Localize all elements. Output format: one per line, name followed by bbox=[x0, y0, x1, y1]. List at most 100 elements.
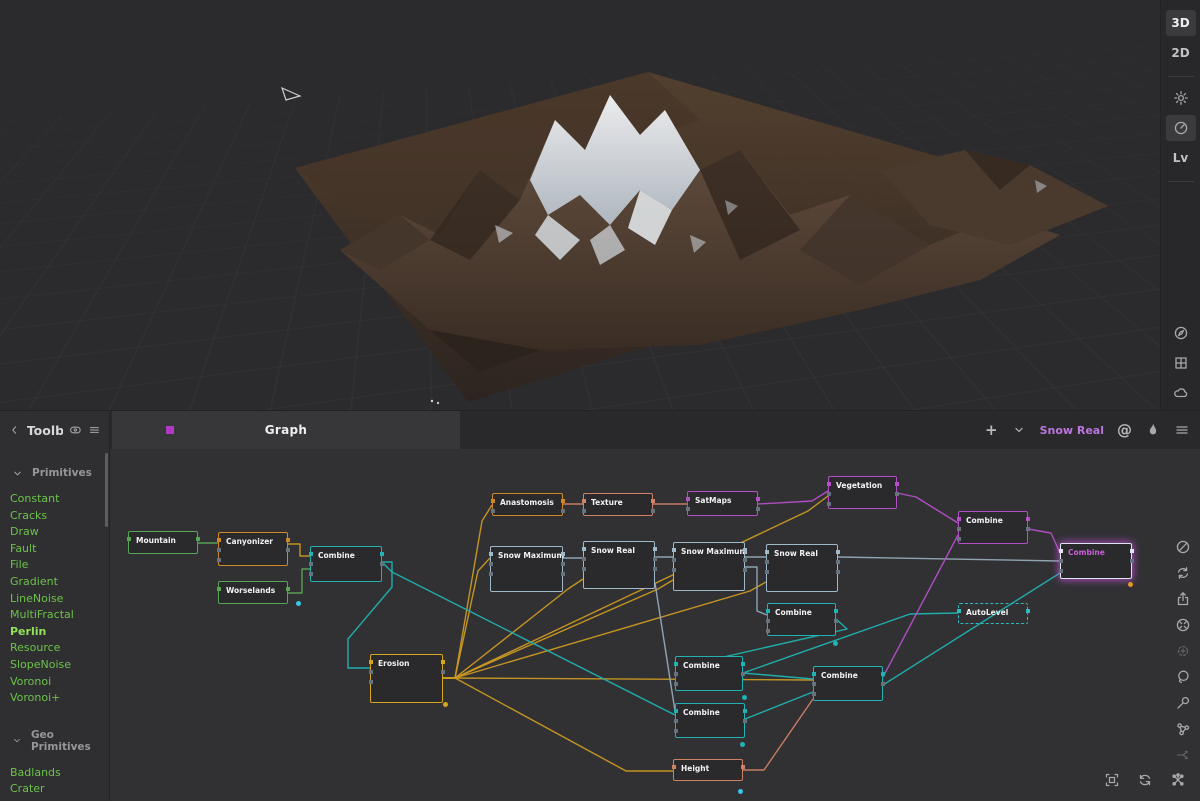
tab-graph[interactable]: Graph bbox=[112, 411, 460, 449]
graph-node-snow-real[interactable]: Snow Real bbox=[581, 541, 657, 589]
graph-node-snow-real[interactable]: Snow Real bbox=[764, 544, 840, 592]
node-port[interactable] bbox=[880, 672, 885, 676]
viewport-3d[interactable] bbox=[0, 0, 1160, 410]
node-port[interactable] bbox=[368, 670, 373, 674]
toolbox-item-file[interactable]: File bbox=[10, 557, 109, 574]
sun-icon[interactable] bbox=[1166, 85, 1196, 111]
node-port[interactable] bbox=[195, 537, 200, 541]
toolbox-item-linenoise[interactable]: LineNoise bbox=[10, 591, 109, 608]
node-port[interactable] bbox=[673, 719, 678, 723]
node-port[interactable] bbox=[560, 562, 565, 566]
node-port[interactable] bbox=[1025, 517, 1030, 521]
graph-node-combine[interactable]: Combine bbox=[811, 666, 885, 701]
node-port[interactable] bbox=[835, 570, 840, 574]
node-port[interactable] bbox=[488, 562, 493, 566]
node-port[interactable] bbox=[685, 507, 690, 511]
node-port[interactable] bbox=[560, 499, 565, 503]
compass-icon[interactable] bbox=[1166, 320, 1196, 346]
node-port[interactable] bbox=[894, 482, 899, 486]
node-port[interactable] bbox=[379, 552, 384, 556]
toolbox-item-voronoi[interactable]: Voronoi bbox=[10, 674, 109, 691]
split-icon[interactable] bbox=[1175, 747, 1191, 763]
node-port[interactable] bbox=[765, 619, 770, 623]
node-port[interactable] bbox=[673, 672, 678, 676]
node-port[interactable] bbox=[956, 517, 961, 521]
node-port[interactable] bbox=[742, 709, 747, 713]
node-port[interactable] bbox=[308, 562, 313, 566]
toolbox-item-multifractal[interactable]: MultiFractal bbox=[10, 607, 109, 624]
node-port[interactable] bbox=[560, 509, 565, 513]
node-port[interactable] bbox=[216, 548, 221, 552]
node-port[interactable] bbox=[285, 538, 290, 542]
node-port[interactable] bbox=[488, 552, 493, 556]
toolbox-item-resource[interactable]: Resource bbox=[10, 640, 109, 657]
node-port[interactable] bbox=[826, 482, 831, 486]
node-port[interactable] bbox=[755, 507, 760, 511]
disable-icon[interactable] bbox=[1175, 539, 1191, 555]
graph-node-combine[interactable]: Combine bbox=[765, 603, 838, 636]
node-port[interactable] bbox=[285, 548, 290, 552]
view-2d-button[interactable]: 2D bbox=[1166, 40, 1196, 66]
node-port[interactable] bbox=[671, 558, 676, 562]
branch-icon[interactable] bbox=[1175, 721, 1191, 737]
graph-node-combine[interactable]: Combine bbox=[308, 546, 384, 582]
node-port[interactable] bbox=[742, 558, 747, 562]
node-port[interactable] bbox=[560, 552, 565, 556]
node-port[interactable] bbox=[742, 719, 747, 723]
node-port[interactable] bbox=[308, 572, 313, 576]
hamburger-icon[interactable] bbox=[1174, 422, 1190, 438]
view-3d-button[interactable]: 3D bbox=[1165, 10, 1196, 36]
node-port[interactable] bbox=[811, 672, 816, 676]
node-port[interactable] bbox=[650, 509, 655, 513]
node-port[interactable] bbox=[379, 562, 384, 566]
sidebar-scrollbar[interactable] bbox=[105, 453, 108, 527]
toolbox-section-primitives[interactable]: Primitives bbox=[12, 467, 109, 479]
node-port[interactable] bbox=[560, 572, 565, 576]
node-port[interactable] bbox=[1058, 549, 1063, 553]
node-port[interactable] bbox=[671, 765, 676, 769]
node-port[interactable] bbox=[673, 662, 678, 666]
node-port[interactable] bbox=[285, 587, 290, 591]
cycle-icon[interactable] bbox=[1175, 565, 1191, 581]
node-port[interactable] bbox=[956, 527, 961, 531]
graph-node-erosion[interactable]: Erosion bbox=[368, 654, 445, 703]
node-port[interactable] bbox=[440, 660, 445, 664]
cloud-icon[interactable] bbox=[1166, 380, 1196, 406]
graph-node-mountain[interactable]: Mountain bbox=[126, 531, 200, 554]
toolbox-item-crater[interactable]: Crater bbox=[10, 781, 109, 798]
toolbox-section-geo-primitives[interactable]: Geo Primitives bbox=[12, 729, 109, 753]
gauge-icon[interactable] bbox=[1165, 115, 1196, 141]
node-port[interactable] bbox=[833, 609, 838, 613]
target-icon[interactable] bbox=[1175, 617, 1191, 633]
node-port[interactable] bbox=[685, 497, 690, 501]
toolbox-item-voronoi[interactable]: Voronoi+ bbox=[10, 690, 109, 707]
node-port[interactable] bbox=[673, 729, 678, 733]
graph-node-snow-maximum[interactable]: Snow Maximum bbox=[671, 542, 747, 591]
graph-node-combine[interactable]: Combine bbox=[673, 703, 747, 738]
node-port[interactable] bbox=[368, 680, 373, 684]
node-port[interactable] bbox=[740, 765, 745, 769]
chevron-down-icon[interactable] bbox=[1011, 422, 1027, 438]
node-port[interactable] bbox=[490, 499, 495, 503]
node-port[interactable] bbox=[835, 560, 840, 564]
node-port[interactable] bbox=[581, 499, 586, 503]
level-button[interactable]: Lv bbox=[1166, 145, 1196, 171]
node-port[interactable] bbox=[956, 537, 961, 541]
node-port[interactable] bbox=[894, 492, 899, 496]
hamburger-icon[interactable] bbox=[88, 422, 101, 438]
node-port[interactable] bbox=[581, 557, 586, 561]
node-port[interactable] bbox=[1025, 527, 1030, 531]
node-port[interactable] bbox=[742, 548, 747, 552]
graph-node-autolevel[interactable]: AutoLevel bbox=[956, 603, 1030, 624]
node-port[interactable] bbox=[740, 672, 745, 676]
plus-icon[interactable]: + bbox=[985, 422, 998, 438]
lasso-icon[interactable] bbox=[1175, 669, 1191, 685]
node-port[interactable] bbox=[581, 509, 586, 513]
node-port[interactable] bbox=[368, 660, 373, 664]
sparkle-icon[interactable] bbox=[1175, 643, 1191, 659]
graph-node-combine[interactable]: Combine bbox=[956, 511, 1030, 544]
at-icon[interactable]: @ bbox=[1117, 422, 1132, 438]
toolbox-item-fault[interactable]: Fault bbox=[10, 541, 109, 558]
node-port[interactable] bbox=[1058, 559, 1063, 563]
graph-node-anastomosis[interactable]: Anastomosis bbox=[490, 493, 565, 516]
